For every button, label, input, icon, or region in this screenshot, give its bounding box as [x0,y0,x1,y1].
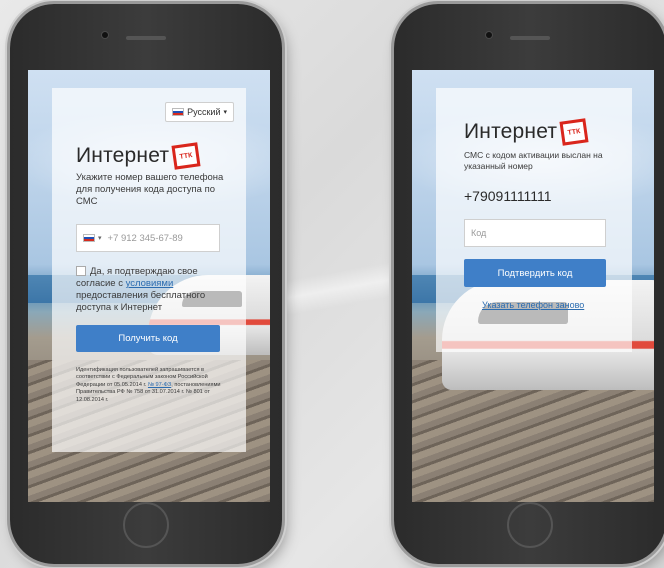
chevron-down-icon: ▾ [223,109,227,116]
language-selector[interactable]: Русский ▾ [165,102,234,122]
ttk-logo-icon: ТТК [171,142,201,170]
language-label: Русский [187,107,221,117]
verify-panel: Интернет ТТК СМС с кодом активации высла… [436,88,632,352]
change-phone-link[interactable]: Указать телефон заново [482,300,584,310]
ttk-logo-icon: ТТК [559,118,589,146]
phone-number: +79091111111 [464,188,552,204]
phone-screen-left: Русский ▾ Интернет ТТК Укажите номер ваш… [28,70,270,502]
code-placeholder: Код [471,228,487,238]
phone-mockup-right: Интернет ТТК СМС с кодом активации высла… [394,4,664,564]
speaker-grille [126,36,166,40]
phone-placeholder: +7 912 345-67-89 [107,232,183,244]
code-input[interactable]: Код [464,219,606,247]
consent-text-end: предоставления бесплатного доступа к Инт… [76,290,206,313]
brand-logo: Интернет ТТК [76,142,201,170]
phone-input[interactable]: ▾ +7 912 345-67-89 [76,224,220,252]
sms-notice: СМС с кодом активации выслан на указанны… [464,150,603,171]
consent-checkbox[interactable] [76,266,86,277]
confirm-code-button[interactable]: Подтвердить код [464,259,606,287]
ru-flag-icon [83,234,95,242]
law-link[interactable]: № 97-ФЗ [148,382,171,388]
brand-title: Интернет [76,144,170,167]
home-button [123,502,169,548]
legal-notice: Идентификация пользователей запрашиваетс… [76,367,226,404]
consent-checkbox-row[interactable]: Да, я подтверждаю свое согласие с услови… [76,266,226,314]
ru-flag-icon [172,108,185,116]
terms-link[interactable]: условиями [126,278,174,289]
brand-title: Интернет [464,120,558,143]
phone-mockup-left: Русский ▾ Интернет ТТК Укажите номер ваш… [10,4,282,564]
get-code-button[interactable]: Получить код [76,325,220,352]
camera-icon [486,32,492,38]
home-button [507,502,553,548]
instruction-text: Укажите номер вашего телефона для получе… [76,172,224,207]
camera-icon [102,32,108,38]
speaker-grille [510,36,550,40]
login-panel: Русский ▾ Интернет ТТК Укажите номер ваш… [52,88,246,452]
brand-logo: Интернет ТТК [464,118,589,146]
chevron-down-icon: ▾ [98,235,102,242]
phone-screen-right: Интернет ТТК СМС с кодом активации высла… [412,70,654,502]
